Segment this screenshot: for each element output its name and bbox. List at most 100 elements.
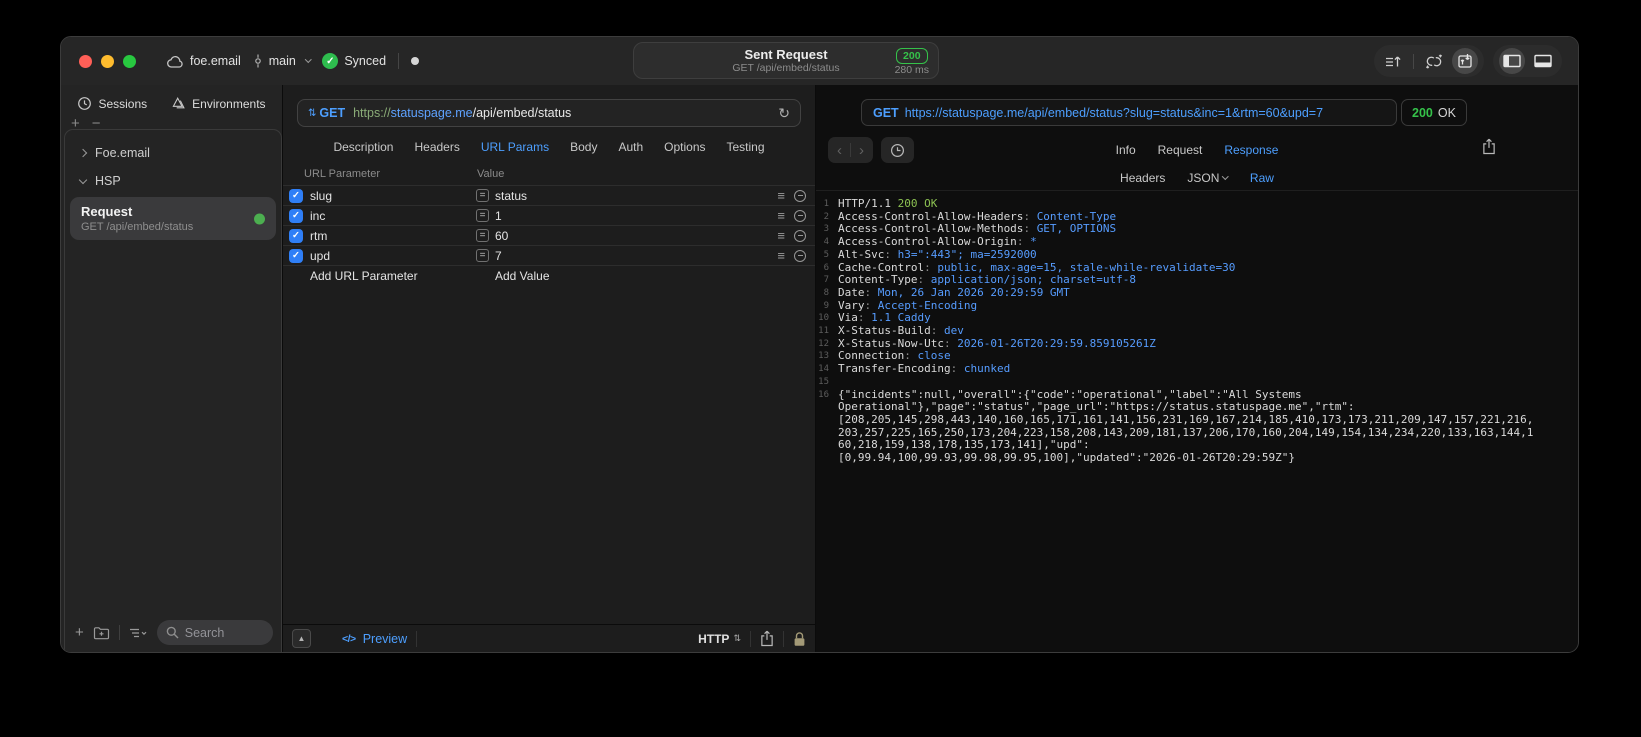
param-name[interactable]: upd	[310, 249, 476, 263]
sidebar-tabs: Sessions Environments	[61, 85, 282, 111]
protocol-selector[interactable]: HTTP ⇅	[698, 632, 741, 646]
method-stepper-icon[interactable]: ⇅	[308, 108, 316, 119]
toggle-bottom-panel-button[interactable]	[1530, 48, 1556, 74]
request-url-bar[interactable]: ⇅ GET https:// statuspage.me /api/embed/…	[297, 99, 801, 127]
remove-row-icon[interactable]	[794, 229, 806, 242]
url-params-table: URL Parameter Value ✓ slug = status ≡ ✓ inc = 1 ≡…	[283, 165, 815, 624]
tab-url-params[interactable]: URL Params	[481, 140, 549, 154]
search-icon	[166, 626, 179, 639]
new-folder-icon[interactable]	[93, 626, 110, 640]
param-value[interactable]: 60	[495, 229, 777, 243]
tab-raw[interactable]: Raw	[1250, 171, 1274, 185]
add-param-name-placeholder[interactable]: Add URL Parameter	[310, 269, 476, 283]
import-response-button[interactable]	[1452, 48, 1478, 74]
link-flow-button[interactable]	[1421, 48, 1447, 74]
code-icon: </>	[342, 632, 356, 645]
response-top-row: GET https://statuspage.me/api/embed/stat…	[816, 99, 1578, 127]
request-item-title: Request	[81, 204, 133, 219]
param-name[interactable]: rtm	[310, 229, 476, 243]
minimize-window-button[interactable]	[101, 55, 114, 68]
tab-info[interactable]: Info	[1116, 143, 1136, 157]
history-back-forward: ‹ ›	[828, 137, 873, 163]
sidebar: Sessions Environments + − Foe.email HSP …	[61, 85, 283, 652]
view-options-icon[interactable]	[129, 627, 148, 639]
lock-icon[interactable]	[793, 631, 806, 647]
unsaved-indicator-dot	[411, 57, 420, 65]
titlebar-left-cluster: foe.email main ✓ Synced	[167, 37, 420, 85]
titlebar-right-cluster	[1374, 45, 1562, 77]
panel-toggles-group	[1493, 45, 1562, 77]
remove-row-icon[interactable]	[794, 209, 806, 222]
tab-testing[interactable]: Testing	[727, 140, 765, 154]
forward-button[interactable]: ›	[859, 142, 864, 159]
collapse-panel-button[interactable]: ▲	[292, 629, 311, 648]
param-checkbox[interactable]: ✓	[289, 208, 303, 223]
param-value[interactable]: 7	[495, 249, 777, 263]
tab-environments[interactable]: Environments	[171, 96, 266, 111]
tab-headers[interactable]: Headers	[414, 140, 459, 154]
new-request-button[interactable]: +	[75, 625, 84, 640]
tab-headers[interactable]: Headers	[1120, 171, 1165, 185]
protocol-label: HTTP	[698, 631, 730, 646]
tab-request[interactable]: Request	[1158, 143, 1203, 157]
tab-json[interactable]: JSON	[1187, 171, 1229, 185]
toggle-left-panel-button[interactable]	[1499, 48, 1525, 74]
add-param-value-placeholder[interactable]: Add Value	[495, 269, 815, 283]
param-row-actions: ≡	[777, 248, 815, 263]
bottom-bar-divider	[750, 630, 751, 647]
close-window-button[interactable]	[79, 55, 92, 68]
response-body[interactable]: 1 HTTP/1.1 200 OK 2 Access-Control-Allow-He…	[816, 191, 1578, 652]
tab-description[interactable]: Description	[333, 140, 393, 154]
search-input[interactable]: Search	[156, 620, 273, 645]
project-menu[interactable]: foe.email	[167, 54, 241, 68]
request-method[interactable]: GET	[319, 106, 345, 120]
export-response-button[interactable]	[1482, 138, 1496, 160]
tab-auth[interactable]: Auth	[618, 140, 643, 154]
param-value[interactable]: 1	[495, 209, 777, 223]
remove-row-icon[interactable]	[794, 189, 806, 202]
send-refresh-icon[interactable]: ↻	[778, 105, 790, 122]
tab-sessions[interactable]: Sessions	[77, 96, 147, 111]
request-summary-pill[interactable]: Sent Request GET /api/embed/status 200 2…	[633, 42, 939, 79]
panel-bottom-icon	[1534, 54, 1552, 68]
tree-item-hsp[interactable]: HSP	[65, 167, 281, 195]
tab-response[interactable]: Response	[1224, 143, 1278, 157]
request-list-item-selected[interactable]: Request GET /api/embed/status	[70, 197, 276, 240]
sync-status[interactable]: ✓ Synced	[322, 53, 386, 69]
history-clock-button[interactable]	[881, 137, 914, 163]
param-value[interactable]: status	[495, 189, 777, 203]
remove-row-icon[interactable]	[794, 249, 806, 262]
sent-request-url[interactable]: GET https://statuspage.me/api/embed/stat…	[861, 99, 1397, 126]
param-checkbox[interactable]: ✓	[289, 248, 303, 263]
param-checkbox[interactable]: ✓	[289, 188, 303, 203]
history-controls: ‹ ›	[828, 137, 914, 163]
tab-body[interactable]: Body	[570, 140, 597, 154]
back-button[interactable]: ‹	[837, 142, 842, 159]
main-area: Sessions Environments + − Foe.email HSP …	[61, 85, 1578, 652]
response-status-text: OK	[1437, 105, 1456, 120]
param-checkbox[interactable]: ✓	[289, 228, 303, 243]
preview-button[interactable]: </> Preview	[342, 632, 407, 646]
share-icon[interactable]	[760, 630, 774, 647]
sort-requests-button[interactable]	[1380, 48, 1406, 74]
row-menu-icon[interactable]: ≡	[777, 208, 785, 223]
preview-label: Preview	[362, 631, 408, 646]
param-name[interactable]: slug	[310, 189, 476, 203]
param-name[interactable]: inc	[310, 209, 476, 223]
tab-options[interactable]: Options	[664, 140, 705, 154]
share-icon	[1483, 138, 1495, 155]
toolbar-divider	[1413, 53, 1414, 69]
tree-item-foe-email[interactable]: Foe.email	[65, 139, 281, 167]
sent-url: https://statuspage.me/api/embed/status?s…	[904, 105, 1324, 120]
request-tabs: Description Headers URL Params Body Auth Opti…	[283, 127, 815, 165]
branch-menu[interactable]: main	[253, 54, 312, 68]
nav-divider	[850, 143, 851, 157]
row-menu-icon[interactable]: ≡	[777, 188, 785, 203]
equals-icon: =	[476, 249, 489, 262]
request-success-dot	[254, 213, 265, 224]
add-param-row[interactable]: Add URL Parameter Add Value	[283, 265, 815, 285]
url-path: /api/embed/status	[472, 106, 572, 120]
row-menu-icon[interactable]: ≡	[777, 228, 785, 243]
row-menu-icon[interactable]: ≡	[777, 248, 785, 263]
zoom-window-button[interactable]	[123, 55, 136, 68]
